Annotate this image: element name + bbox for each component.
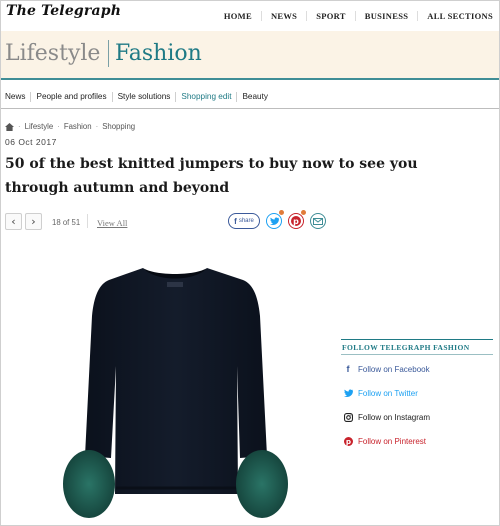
follow-pinterest-label: Follow on Pinterest	[358, 436, 427, 446]
gallery-divider	[87, 214, 88, 228]
follow-divider	[341, 354, 493, 355]
instagram-icon	[343, 412, 353, 422]
follow-instagram-link[interactable]: Follow on Instagram	[343, 412, 430, 422]
sub-nav: News People and profiles Style solutions…	[5, 92, 273, 102]
facebook-icon: f	[346, 364, 350, 374]
follow-facebook-link[interactable]: f Follow on Facebook	[343, 364, 430, 374]
breadcrumb-separator: ·	[18, 122, 21, 131]
gallery-counter: 18 of 51	[52, 218, 81, 227]
follow-pinterest-link[interactable]: p Follow on Pinterest	[343, 436, 426, 446]
section-parent-link[interactable]: Lifestyle	[5, 41, 100, 66]
nav-news[interactable]: NEWS	[260, 11, 306, 21]
section-title[interactable]: Fashion	[115, 41, 202, 66]
svg-text:p: p	[345, 437, 350, 446]
follow-twitter-label: Follow on Twitter	[358, 388, 418, 398]
subnav-item-style-solutions[interactable]: Style solutions	[111, 92, 176, 102]
breadcrumb-fashion[interactable]: Fashion	[64, 122, 92, 131]
subnav-divider	[1, 108, 499, 109]
product-image	[55, 256, 300, 524]
breadcrumb-lifestyle[interactable]: Lifestyle	[25, 122, 54, 131]
gallery-prev-button[interactable]: ‹	[5, 213, 22, 230]
follow-instagram-label: Follow on Instagram	[358, 412, 431, 422]
section-header: Lifestyle Fashion	[1, 31, 499, 78]
site-logo[interactable]: The Telegraph	[6, 3, 121, 19]
pinterest-icon: p	[291, 216, 301, 226]
subnav-item-news[interactable]: News	[5, 92, 30, 102]
follow-facebook-label: Follow on Facebook	[358, 364, 430, 374]
section-divider	[108, 40, 109, 67]
twitter-icon	[343, 388, 353, 398]
breadcrumb: · Lifestyle · Fashion · Shopping	[5, 122, 135, 131]
twitter-icon	[269, 217, 279, 225]
subnav-item-shopping-edit[interactable]: Shopping edit	[175, 92, 236, 102]
email-icon	[313, 217, 323, 225]
nav-sport[interactable]: SPORT	[306, 11, 355, 21]
gallery-next-button[interactable]: ›	[25, 213, 42, 230]
facebook-share-icon: f	[234, 216, 237, 226]
twitter-count-badge	[279, 210, 284, 215]
home-icon[interactable]	[5, 122, 14, 131]
subnav-item-beauty[interactable]: Beauty	[236, 92, 273, 102]
pinterest-icon: p	[343, 436, 353, 446]
top-bar: The Telegraph HOME NEWS SPORT BUSINESS A…	[1, 1, 499, 31]
chevron-left-icon: ‹	[11, 215, 16, 228]
facebook-share-button[interactable]: f share	[228, 213, 260, 229]
follow-top-rule	[341, 339, 493, 340]
chevron-right-icon: ›	[31, 215, 36, 228]
article-headline: 50 of the best knitted jumpers to buy no…	[5, 156, 418, 196]
pinterest-share-button[interactable]: p	[288, 213, 304, 229]
main-nav: HOME NEWS SPORT BUSINESS ALL SECTIONS	[215, 11, 493, 21]
breadcrumb-separator: ·	[95, 122, 99, 131]
follow-twitter-link[interactable]: Follow on Twitter	[343, 388, 418, 398]
view-all-link[interactable]: View All	[97, 218, 127, 228]
follow-title: FOLLOW TELEGRAPH FASHION	[342, 343, 470, 352]
email-share-button[interactable]	[310, 213, 326, 229]
svg-text:p: p	[293, 217, 299, 226]
twitter-share-button[interactable]	[266, 213, 282, 229]
nav-home[interactable]: HOME	[215, 11, 261, 21]
article-date: 06 Oct 2017	[5, 137, 57, 147]
nav-all-sections[interactable]: ALL SECTIONS	[417, 11, 493, 21]
section-underline	[1, 78, 499, 80]
nav-business[interactable]: BUSINESS	[354, 11, 418, 21]
subnav-item-people-and-profiles[interactable]: People and profiles	[30, 92, 111, 102]
breadcrumb-shopping[interactable]: Shopping	[102, 122, 135, 131]
breadcrumb-separator: ·	[57, 122, 60, 131]
facebook-share-label: share	[238, 218, 254, 224]
pinterest-count-badge	[301, 210, 306, 215]
